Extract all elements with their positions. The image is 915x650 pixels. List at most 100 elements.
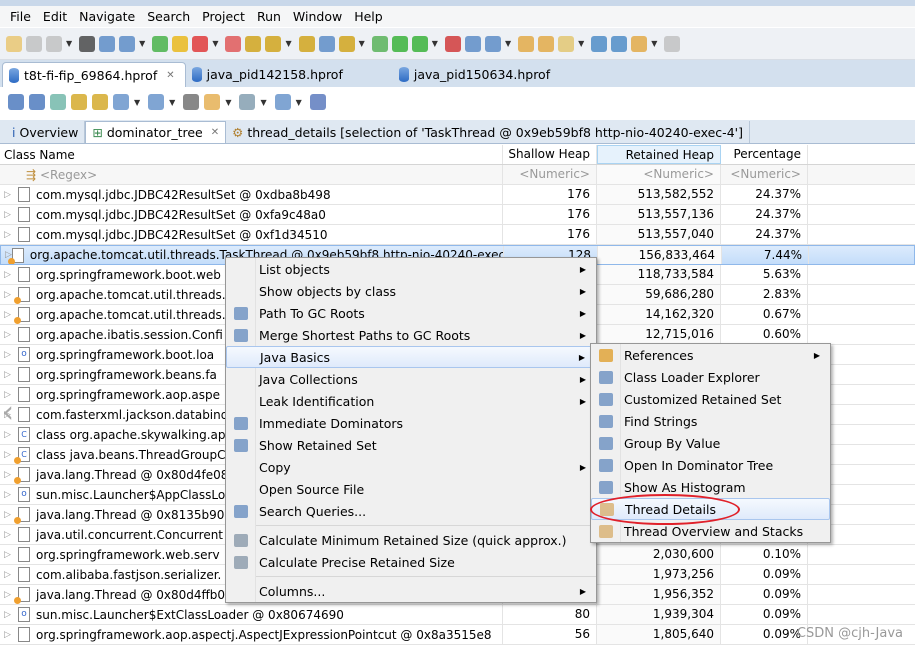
- toolbar-icon[interactable]: [538, 35, 555, 52]
- col-percentage[interactable]: Percentage: [721, 145, 808, 164]
- menu-item-customized-retained-set[interactable]: Customized Retained Set: [591, 388, 830, 410]
- toolbar-icon[interactable]: [664, 35, 681, 52]
- menu-item-path-to-gc-roots[interactable]: Path To GC Roots ▶: [226, 302, 596, 324]
- table-row[interactable]: ▷ com.mysql.jdbc.JDBC42ResultSet @ 0xfa9c…: [0, 205, 915, 225]
- table-row[interactable]: ▷ org.springframework.aop.aspectj.AspectJ…: [0, 625, 915, 645]
- menu-item-merge-shortest-paths-to-gc-roots[interactable]: Merge Shortest Paths to GC Roots ▶: [226, 324, 596, 346]
- editor-tab[interactable]: java_pid142158.hprof: [186, 62, 353, 87]
- expand-icon[interactable]: ▷: [4, 370, 18, 380]
- menu-item-copy[interactable]: Copy ▶: [226, 456, 596, 478]
- dropdown-arrow-icon[interactable]: ▼: [505, 39, 511, 48]
- view-tab[interactable]: i Overview: [6, 121, 86, 143]
- menu-navigate[interactable]: Navigate: [73, 9, 141, 24]
- toolbar-icon[interactable]: [318, 35, 335, 52]
- toolbar-icon[interactable]: [558, 35, 575, 52]
- expand-icon[interactable]: ▷: [4, 430, 18, 440]
- toolbar-icon[interactable]: [371, 35, 388, 52]
- toolbar-icon[interactable]: [152, 35, 169, 52]
- menu-window[interactable]: Window: [287, 9, 348, 24]
- menu-item-class-loader-explorer[interactable]: Class Loader Explorer: [591, 366, 830, 388]
- menu-item-thread-overview-and-stacks[interactable]: Thread Overview and Stacks: [591, 520, 830, 542]
- dropdown-arrow-icon[interactable]: ▼: [212, 39, 218, 48]
- dropdown-arrow-icon[interactable]: ▼: [260, 98, 266, 107]
- menu-item-open-in-dominator-tree[interactable]: Open In Dominator Tree: [591, 454, 830, 476]
- dropdown-arrow-icon[interactable]: ▼: [66, 39, 72, 48]
- col-class-name[interactable]: Class Name: [0, 145, 503, 164]
- menu-item-search-queries[interactable]: Search Queries...: [226, 500, 596, 522]
- toolbar-icon[interactable]: [245, 35, 262, 52]
- menu-edit[interactable]: Edit: [37, 9, 73, 24]
- toolbar-icon[interactable]: [518, 35, 535, 52]
- toolbar-icon[interactable]: [46, 35, 62, 52]
- mat-toolbar-icon[interactable]: [113, 94, 129, 110]
- mat-toolbar-icon[interactable]: [92, 94, 108, 110]
- col-shallow-heap[interactable]: Shallow Heap: [503, 145, 597, 164]
- dropdown-arrow-icon[interactable]: ▼: [139, 39, 145, 48]
- mat-toolbar-icon[interactable]: [29, 94, 45, 110]
- table-row[interactable]: ▷ com.mysql.jdbc.JDBC42ResultSet @ 0xdba8…: [0, 185, 915, 205]
- menu-item-show-retained-set[interactable]: Show Retained Set: [226, 434, 596, 456]
- menu-help[interactable]: Help: [348, 9, 389, 24]
- expand-icon[interactable]: ▷: [4, 530, 18, 540]
- mat-toolbar-icon[interactable]: [50, 94, 66, 110]
- menu-item-java-collections[interactable]: Java Collections ▶: [226, 368, 596, 390]
- toolbar-icon[interactable]: [6, 35, 22, 52]
- expand-icon[interactable]: ▷: [4, 630, 18, 640]
- expand-icon[interactable]: ▷: [4, 610, 18, 620]
- expand-icon[interactable]: ▷: [4, 550, 18, 560]
- menu-item-calculate-precise-retained-size[interactable]: Calculate Precise Retained Size: [226, 551, 596, 573]
- toolbar-icon[interactable]: [172, 35, 189, 52]
- menu-item-columns[interactable]: Columns... ▶: [226, 580, 596, 602]
- menu-search[interactable]: Search: [141, 9, 196, 24]
- expand-icon[interactable]: ▷: [4, 490, 18, 500]
- dropdown-arrow-icon[interactable]: ▼: [359, 39, 365, 48]
- mat-toolbar-icon[interactable]: [8, 94, 24, 110]
- mat-toolbar-icon[interactable]: [204, 94, 221, 110]
- dropdown-arrow-icon[interactable]: ▼: [578, 39, 584, 48]
- toolbar-icon[interactable]: [265, 35, 282, 52]
- toolbar-icon[interactable]: [411, 35, 428, 52]
- close-icon[interactable]: ✕: [166, 70, 174, 81]
- menu-run[interactable]: Run: [251, 9, 287, 24]
- regex-filter[interactable]: ⇶ <Regex>: [0, 165, 503, 184]
- menu-item-calculate-minimum-retained-size-quick-approx[interactable]: Calculate Minimum Retained Size (quick a…: [226, 529, 596, 551]
- retained-filter[interactable]: <Numeric>: [597, 165, 721, 184]
- menu-file[interactable]: File: [4, 9, 37, 24]
- close-icon[interactable]: ✕: [211, 127, 219, 138]
- dropdown-arrow-icon[interactable]: ▼: [134, 98, 140, 107]
- menu-item-group-by-value[interactable]: Group By Value: [591, 432, 830, 454]
- toolbar-icon[interactable]: [338, 35, 355, 52]
- dropdown-arrow-icon[interactable]: ▼: [285, 39, 291, 48]
- menu-item-java-basics[interactable]: Java Basics ▶: [226, 346, 596, 368]
- dropdown-arrow-icon[interactable]: ▼: [169, 98, 175, 107]
- menu-item-open-source-file[interactable]: Open Source File: [226, 478, 596, 500]
- chevron-left-icon[interactable]: ‹: [2, 395, 14, 430]
- expand-icon[interactable]: ▷: [4, 570, 18, 580]
- percentage-filter[interactable]: <Numeric>: [721, 165, 808, 184]
- toolbar-icon[interactable]: [464, 35, 481, 52]
- view-tab[interactable]: ⊞ dominator_tree ✕: [85, 121, 227, 143]
- toolbar-icon[interactable]: [192, 35, 209, 52]
- menu-item-show-objects-by-class[interactable]: Show objects by class ▶: [226, 280, 596, 302]
- toolbar-icon[interactable]: [79, 35, 96, 52]
- expand-icon[interactable]: ▷: [4, 270, 18, 280]
- expand-icon[interactable]: ▷: [4, 210, 18, 220]
- menu-item-list-objects[interactable]: List objects ▶: [226, 258, 596, 280]
- menu-item-find-strings[interactable]: Find Strings: [591, 410, 830, 432]
- editor-tab[interactable]: java_pid150634.hprof: [393, 62, 560, 87]
- shallow-filter[interactable]: <Numeric>: [503, 165, 597, 184]
- mat-toolbar-icon[interactable]: [309, 94, 326, 110]
- expand-icon[interactable]: ▷: [4, 230, 18, 240]
- mat-toolbar-icon[interactable]: [183, 94, 200, 110]
- table-row[interactable]: ▷ com.mysql.jdbc.JDBC42ResultSet @ 0xf1d3…: [0, 225, 915, 245]
- toolbar-icon[interactable]: [298, 35, 315, 52]
- menu-item-references[interactable]: References ▶: [591, 344, 830, 366]
- toolbar-icon[interactable]: [444, 35, 461, 52]
- toolbar-icon[interactable]: [26, 35, 42, 52]
- col-retained-heap[interactable]: Retained Heap: [597, 145, 721, 164]
- menu-item-immediate-dominators[interactable]: Immediate Dominators: [226, 412, 596, 434]
- editor-tab[interactable]: t8t-fi-fip_69864.hprof ✕: [2, 62, 186, 87]
- menu-item-leak-identification[interactable]: Leak Identification ▶: [226, 390, 596, 412]
- mat-toolbar-icon[interactable]: [239, 94, 256, 110]
- dropdown-arrow-icon[interactable]: ▼: [296, 98, 302, 107]
